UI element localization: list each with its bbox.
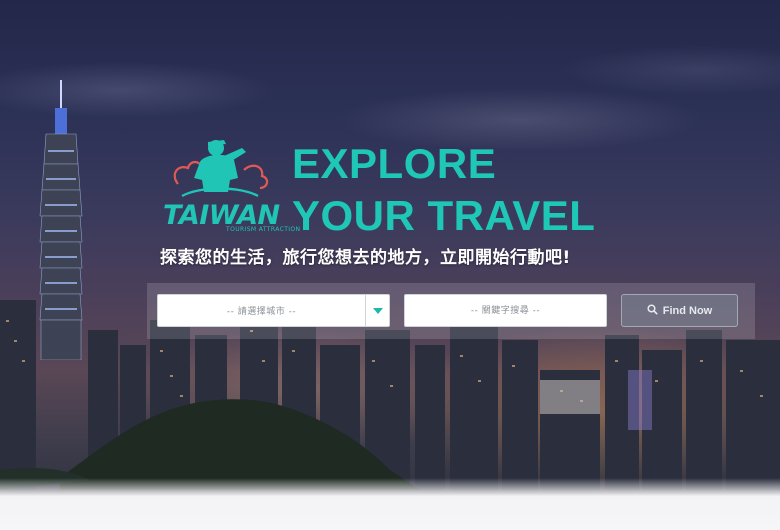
- hero-banner: TAIWAN TOURISM ATTRACTION EXPLORE YOUR T…: [0, 0, 780, 530]
- headline-line-2: YOUR TRAVEL: [292, 192, 596, 239]
- taipei-101-tower: [39, 80, 83, 360]
- logo-subtitle: TOURISM ATTRACTION: [226, 226, 301, 233]
- find-now-label: Find Now: [662, 304, 713, 317]
- hero-tagline: 探索您的生活，旅行您想去的地方，立即開始行動吧!: [160, 248, 571, 268]
- headline-line-1: EXPLORE: [292, 140, 497, 187]
- search-icon: [647, 303, 658, 318]
- find-now-button[interactable]: Find Now: [621, 294, 738, 327]
- keyword-search-input[interactable]: [404, 294, 607, 327]
- hero-headline: EXPLORE YOUR TRAVEL: [292, 138, 595, 242]
- city-select-label: -- 請選擇城市 --: [226, 307, 297, 317]
- city-select[interactable]: -- 請選擇城市 --: [157, 294, 390, 327]
- caret-down-icon[interactable]: [365, 295, 389, 326]
- foreground-fog: [0, 478, 780, 530]
